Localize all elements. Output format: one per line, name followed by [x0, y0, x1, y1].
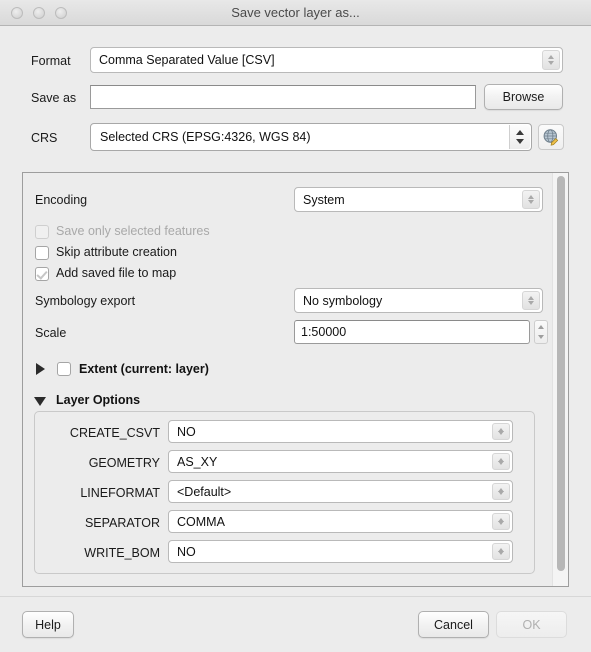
crs-select-button[interactable]: [538, 124, 564, 150]
globe-pencil-icon: [543, 129, 559, 146]
layer-option-separator-combobox[interactable]: COMMA: [168, 510, 513, 533]
bottom-divider: [0, 596, 591, 597]
crs-combobox-value: Selected CRS (EPSG:4326, WGS 84): [100, 130, 311, 144]
titlebar: Save vector layer as...: [0, 0, 591, 26]
symbology-export-label: Symbology export: [35, 294, 136, 308]
crs-label: CRS: [31, 131, 58, 145]
layer-options-disclosure-triangle[interactable]: [34, 397, 46, 406]
symbology-export-combobox[interactable]: No symbology: [294, 288, 543, 313]
layer-option-value: NO: [177, 424, 196, 439]
chevron-updown-icon: [492, 483, 510, 500]
layer-options-group: CREATE_CSVT NO GEOMETRY AS_XY LINEFORMAT…: [34, 411, 535, 574]
chevron-updown-icon: [492, 453, 510, 470]
layer-option-value: COMMA: [177, 514, 225, 529]
encoding-combobox[interactable]: System: [294, 187, 543, 212]
format-combobox-value: Comma Separated Value [CSV]: [99, 53, 275, 67]
encoding-combobox-value: System: [303, 192, 345, 207]
layer-option-lineformat-combobox[interactable]: <Default>: [168, 480, 513, 503]
crs-combobox[interactable]: Selected CRS (EPSG:4326, WGS 84): [90, 123, 532, 151]
cancel-button[interactable]: Cancel: [418, 611, 489, 638]
options-scroll-area: Encoding System Save only selected featu…: [22, 172, 569, 587]
format-label: Format: [31, 54, 71, 68]
options-scrollbar-thumb[interactable]: [557, 176, 565, 571]
layer-option-geometry-combobox[interactable]: AS_XY: [168, 450, 513, 473]
layer-option-write-bom-combobox[interactable]: NO: [168, 540, 513, 563]
layer-option-value: <Default>: [177, 484, 232, 499]
encoding-label: Encoding: [35, 193, 88, 207]
extent-checkbox[interactable]: [57, 362, 71, 376]
extent-disclosure-triangle[interactable]: [36, 363, 45, 375]
scale-label: Scale: [35, 326, 67, 340]
format-combobox[interactable]: Comma Separated Value [CSV]: [90, 47, 563, 73]
chevron-updown-icon: [492, 423, 510, 440]
chevron-updown-icon: [492, 513, 510, 530]
layer-option-value: NO: [177, 544, 196, 559]
scale-input[interactable]: 1:50000: [294, 320, 530, 344]
scale-stepper[interactable]: [534, 320, 548, 344]
chevron-updown-icon: [509, 125, 530, 149]
add-saved-file-to-map-checkbox[interactable]: [35, 267, 49, 281]
layer-option-create-csvt-combobox[interactable]: NO: [168, 420, 513, 443]
layer-options-label: Layer Options: [56, 393, 141, 407]
save-only-selected-features-checkbox: [35, 225, 49, 239]
symbology-export-combobox-value: No symbology: [303, 293, 383, 308]
skip-attribute-creation-checkbox[interactable]: [35, 246, 49, 260]
save-as-input[interactable]: [90, 85, 476, 109]
layer-option-key: WRITE_BOM: [84, 546, 160, 560]
browse-button[interactable]: Browse: [484, 84, 563, 110]
save-only-selected-features-label: Save only selected features: [56, 224, 210, 238]
chevron-updown-icon: [542, 50, 560, 70]
chevron-updown-icon: [522, 291, 540, 310]
save-as-label: Save as: [31, 91, 77, 105]
save-vector-layer-dialog: Save vector layer as... Format Comma Sep…: [0, 0, 591, 652]
layer-option-key: GEOMETRY: [88, 456, 160, 470]
layer-option-key: CREATE_CSVT: [69, 426, 160, 440]
layer-option-key: SEPARATOR: [84, 516, 160, 530]
add-saved-file-to-map-label: Add saved file to map: [56, 266, 177, 280]
chevron-updown-icon: [522, 190, 540, 209]
options-scrollbar-track[interactable]: [552, 173, 568, 586]
ok-button[interactable]: OK: [496, 611, 567, 638]
chevron-updown-icon: [492, 543, 510, 560]
layer-option-value: AS_XY: [177, 454, 218, 469]
extent-label: Extent (current: layer): [79, 362, 209, 376]
layer-option-key: LINEFORMAT: [80, 486, 160, 500]
window-title: Save vector layer as...: [231, 5, 360, 20]
skip-attribute-creation-label: Skip attribute creation: [56, 245, 177, 259]
help-button[interactable]: Help: [22, 611, 74, 638]
